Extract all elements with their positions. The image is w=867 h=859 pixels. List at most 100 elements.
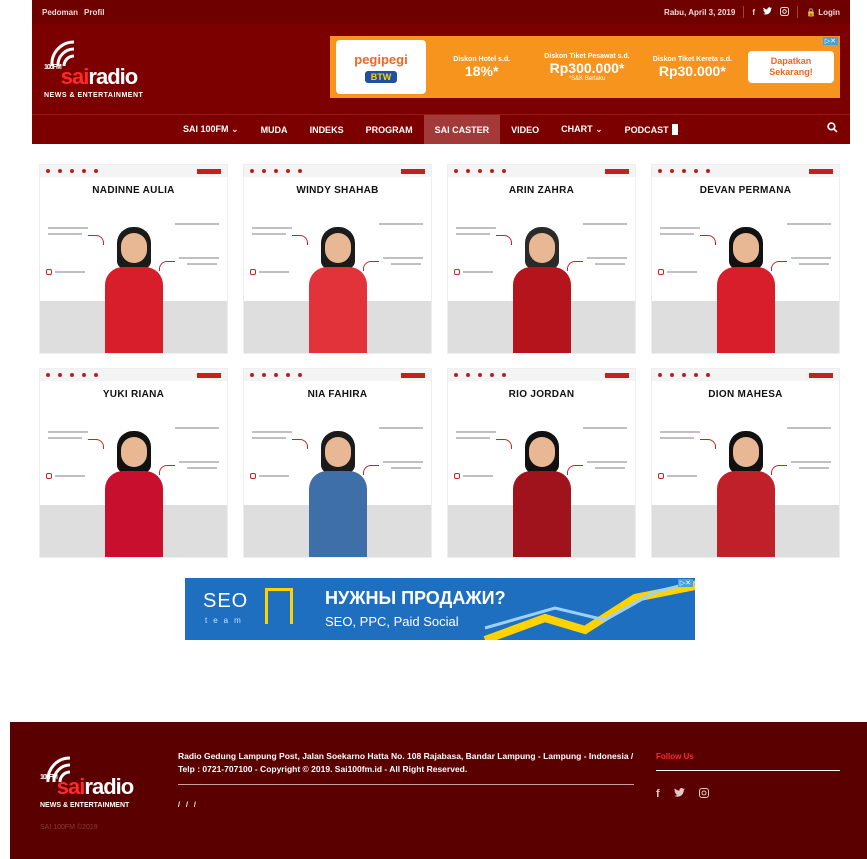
- mini-dot: [502, 373, 506, 377]
- caption-line: [456, 233, 490, 235]
- instagram-icon[interactable]: [698, 788, 709, 801]
- divider: [797, 6, 799, 18]
- nav-item-sai100fm[interactable]: SAI 100FM ⌄: [172, 115, 250, 144]
- caster-name: NADINNE AULIA: [92, 185, 175, 196]
- caster-photo: [711, 225, 781, 353]
- person-face: [528, 233, 555, 263]
- top-bar: Pedoman Profil Rabu, April 3, 2019 f 🔒 L…: [32, 0, 850, 24]
- nav-item-video[interactable]: VIDEO: [500, 115, 550, 144]
- mini-logo: [809, 372, 833, 378]
- mini-dot: [694, 169, 698, 173]
- instagram-icon: [454, 269, 460, 275]
- site-logo[interactable]: 100FMsairadio NEWS & ENTERTAINMENT: [42, 36, 162, 99]
- caster-card[interactable]: DION MAHESA: [652, 369, 839, 557]
- instagram-icon[interactable]: [780, 6, 790, 18]
- pegipegi-logo: pegipegi BTW: [336, 40, 426, 94]
- footer-link-separator: /: [185, 802, 188, 809]
- caster-photo: [303, 429, 373, 557]
- logo-sai: sai: [60, 64, 90, 89]
- caption-line: [456, 437, 490, 439]
- login-link[interactable]: 🔒 Login: [806, 8, 840, 17]
- link-pedoman[interactable]: Pedoman: [42, 8, 78, 17]
- caster-card[interactable]: RIO JORDAN: [448, 369, 635, 557]
- mini-dot: [298, 373, 302, 377]
- caption-line: [463, 475, 493, 477]
- card-mini-header: [652, 165, 839, 177]
- pegipegi-ad-banner[interactable]: pegipegi BTW Diskon Hotel s.d. 18%* Disk…: [330, 36, 840, 98]
- caption-line: [259, 475, 289, 477]
- mini-dot: [454, 169, 458, 173]
- logo-100fm: 100FM: [44, 64, 62, 71]
- caption-line: [252, 233, 286, 235]
- ad-choices-icon[interactable]: ▷✕: [677, 579, 693, 587]
- seo-subline: SEO, PPC, Paid Social: [325, 614, 459, 629]
- mini-dot: [670, 373, 674, 377]
- caption-line: [259, 271, 289, 273]
- caster-photo: [507, 225, 577, 353]
- caster-card[interactable]: NIA FAHIRA: [244, 369, 431, 557]
- nav-item-muda[interactable]: MUDA: [250, 115, 299, 144]
- mini-dot: [70, 169, 74, 173]
- footer-copyright: SAI 100FM ©2019: [40, 824, 98, 831]
- caption-line: [791, 257, 831, 259]
- caster-photo: [507, 429, 577, 557]
- caster-card[interactable]: ARIN ZAHRA: [448, 165, 635, 353]
- nav-item-chart[interactable]: CHART ⌄: [550, 115, 614, 144]
- caption-line: [391, 263, 421, 265]
- card-mini-header: [448, 165, 635, 177]
- mini-dot: [682, 373, 686, 377]
- footer-divider: [178, 784, 634, 785]
- offer-note: *S&K Berlaku: [568, 75, 606, 82]
- footer-logo[interactable]: 100FMsairadio NEWS & ENTERTAINMENT: [40, 752, 160, 814]
- offer-value: 18%*: [464, 62, 499, 79]
- caption-line: [660, 233, 694, 235]
- card-mini-header: [244, 369, 431, 381]
- seo-team: team: [205, 616, 247, 625]
- caster-name: WINDY SHAHAB: [296, 185, 379, 196]
- mini-dot: [706, 169, 710, 173]
- nav-item-program[interactable]: PROGRAM: [355, 115, 424, 144]
- ad-cta-button[interactable]: Dapatkan Sekarang!: [747, 51, 834, 83]
- person-outfit: [104, 471, 163, 557]
- ad-offer: Diskon Tiket Kereta s.d. Rp30.000*: [643, 56, 742, 79]
- person-face: [732, 233, 759, 263]
- offer-title: Diskon Tiket Pesawat s.d.: [544, 52, 630, 60]
- main-nav: SAI 100FM ⌄ MUDA INDEKS PROGRAM SAI CAST…: [32, 114, 850, 144]
- person-outfit: [308, 267, 367, 353]
- caption-line: [48, 437, 82, 439]
- top-right: Rabu, April 3, 2019 f 🔒 Login: [664, 6, 840, 18]
- caption-line: [379, 223, 423, 225]
- caster-card[interactable]: DEVAN PERMANA: [652, 165, 839, 353]
- logo-radio: radio: [84, 774, 134, 799]
- person-face: [324, 233, 351, 263]
- caption-line: [587, 461, 627, 463]
- follow-us-heading: Follow Us: [656, 752, 694, 761]
- caster-name: YUKI RIANA: [102, 389, 165, 400]
- twitter-icon[interactable]: [763, 7, 773, 17]
- caster-card[interactable]: NADINNE AULIA: [40, 165, 227, 353]
- caption-line: [179, 461, 219, 463]
- caption-line: [787, 223, 831, 225]
- seo-ad-banner[interactable]: SEO team НУЖНЫ ПРОДАЖИ? SEO, PPC, Paid S…: [185, 578, 695, 640]
- caption-line: [583, 427, 627, 429]
- caption-line: [587, 257, 627, 259]
- ad-choices-icon[interactable]: ▷✕: [822, 37, 838, 45]
- person-face: [120, 437, 147, 467]
- caster-card[interactable]: YUKI RIANA: [40, 369, 227, 557]
- caption-line: [252, 437, 286, 439]
- nav-item-sai-caster[interactable]: SAI CASTER: [423, 115, 501, 144]
- mini-logo: [401, 372, 425, 378]
- nav-item-indeks[interactable]: INDEKS: [299, 115, 355, 144]
- card-mini-header: [40, 369, 227, 381]
- link-profil[interactable]: Profil: [84, 8, 104, 17]
- nav-item-podcast[interactable]: PODCAST: [614, 115, 689, 144]
- mini-dot: [82, 169, 86, 173]
- mini-dot: [286, 373, 290, 377]
- person-outfit: [512, 267, 571, 353]
- facebook-icon[interactable]: f: [752, 8, 755, 17]
- mini-dot: [70, 373, 74, 377]
- search-icon[interactable]: [827, 122, 838, 136]
- caster-card[interactable]: WINDY SHAHAB: [244, 165, 431, 353]
- facebook-icon[interactable]: f: [656, 788, 660, 801]
- twitter-icon[interactable]: [673, 788, 685, 801]
